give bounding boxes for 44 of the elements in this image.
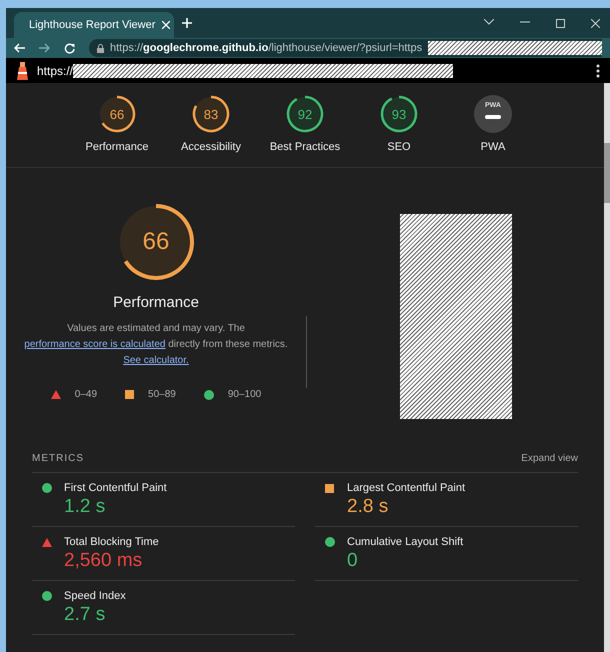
legend-range: 0–49: [74, 389, 98, 400]
category-title: Performance: [113, 294, 199, 311]
metric-name: First Contentful Paint: [64, 482, 168, 494]
chevron-down-icon[interactable]: [484, 18, 494, 24]
url-text: https://googlechrome.github.io/lighthouse/viewer/?psiurl=https: [110, 42, 422, 54]
plus-icon[interactable]: [182, 18, 192, 28]
metric-name: Cumulative Layout Shift: [347, 536, 464, 548]
metric-value: 0: [347, 550, 359, 572]
maximize-icon[interactable]: [556, 18, 565, 28]
more-options-icon[interactable]: [596, 64, 600, 78]
legend-range: 90–100: [228, 389, 262, 400]
category-label[interactable]: Best Practices: [270, 141, 340, 153]
category-label[interactable]: Accessibility: [181, 141, 241, 153]
metric-value: 1.2 s: [64, 496, 106, 518]
lock-icon: [97, 44, 104, 52]
score-description: Values are estimated and may vary. The performance score is calculated directly from these metrics. See calculator.: [23, 322, 289, 368]
score-link[interactable]: performance score is calculated: [24, 339, 166, 350]
metric-name: Total Blocking Time: [64, 536, 160, 548]
category-label[interactable]: SEO: [387, 141, 411, 153]
metric-value: 2.7 s: [64, 604, 106, 626]
section-heading: METRICS: [32, 453, 84, 464]
reload-icon[interactable]: [64, 42, 75, 54]
score-value: 66: [142, 227, 170, 257]
metric-value: 2.8 s: [347, 496, 390, 518]
expand-view-toggle[interactable]: Expand view: [521, 453, 578, 464]
score-value: 92: [296, 106, 314, 124]
legend-range: 50–89: [148, 389, 176, 400]
address-bar[interactable]: https://googlechrome.github.io/lighthouse/viewer/?psiurl=https: [89, 39, 602, 57]
category-label[interactable]: PWA: [480, 141, 506, 153]
score-value: 66: [108, 106, 126, 124]
report-url: https://: [37, 64, 74, 78]
metric-name: Speed Index: [64, 590, 127, 602]
metric-value: 2,560 ms: [64, 550, 144, 572]
calculator-link[interactable]: See calculator.: [123, 355, 189, 366]
score-value: 93: [390, 106, 408, 124]
browser-tab[interactable]: Lighthouse Report Viewer: [14, 12, 174, 38]
category-label[interactable]: Performance: [86, 141, 148, 153]
close-icon[interactable]: [591, 18, 600, 28]
minimize-icon[interactable]: [520, 18, 530, 24]
lighthouse-icon: [16, 62, 29, 80]
back-arrow-icon[interactable]: [14, 43, 25, 53]
forward-arrow-icon[interactable]: [39, 43, 50, 53]
score-value: 83: [202, 106, 220, 124]
metric-name: Largest Contentful Paint: [347, 482, 466, 494]
